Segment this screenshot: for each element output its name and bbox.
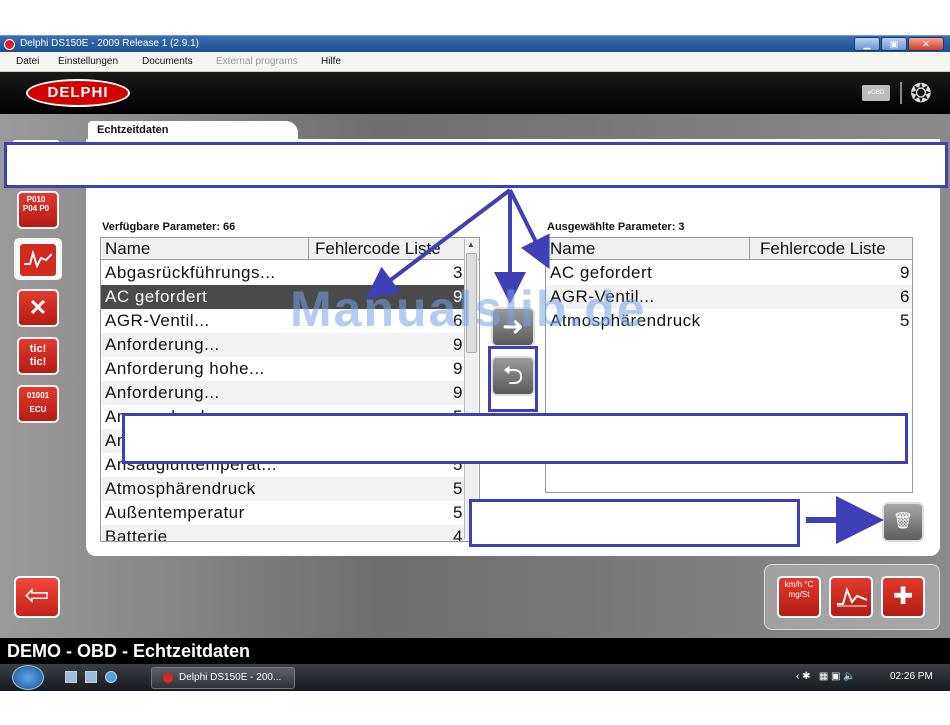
show-desktop-icon[interactable] <box>65 671 77 683</box>
back-button[interactable]: ⇦ <box>14 576 60 618</box>
screenshot-stage: { "window": { "title": "Delphi DS150E - … <box>0 0 950 725</box>
delphi-task-icon <box>163 673 173 683</box>
arrow-to-available <box>365 188 512 299</box>
back-arrow-icon: ⇦ <box>24 579 50 612</box>
units-button[interactable]: km/h °C mg/St <box>777 576 821 618</box>
start-button[interactable] <box>12 665 44 690</box>
watermark: Manualslib.de <box>290 281 647 337</box>
units-icon-text: km/h °C mg/St <box>784 580 814 599</box>
status-text: DEMO - OBD - Echtzeitdaten <box>7 641 251 661</box>
ecu-data-button[interactable]: ✚ <box>881 576 925 618</box>
taskbar-clock: 02:26 PM <box>890 671 933 682</box>
graph-view-button[interactable] <box>829 576 873 618</box>
internet-explorer-icon[interactable] <box>105 671 117 683</box>
status-bar: DEMO - OBD - Echtzeitdaten <box>0 638 950 664</box>
graph-icon <box>837 586 867 607</box>
taskbar-delphi-item[interactable]: Delphi DS150E - 200... <box>151 667 295 689</box>
task-label: Delphi DS150E - 200... <box>179 672 282 683</box>
quicklaunch-icon[interactable] <box>85 671 97 683</box>
system-tray[interactable]: ‹ ✱ ▦ ▣ 🔈 <box>796 671 856 682</box>
arrow-to-selected <box>508 189 550 270</box>
ecu-plus-icon: ✚ <box>892 583 914 610</box>
